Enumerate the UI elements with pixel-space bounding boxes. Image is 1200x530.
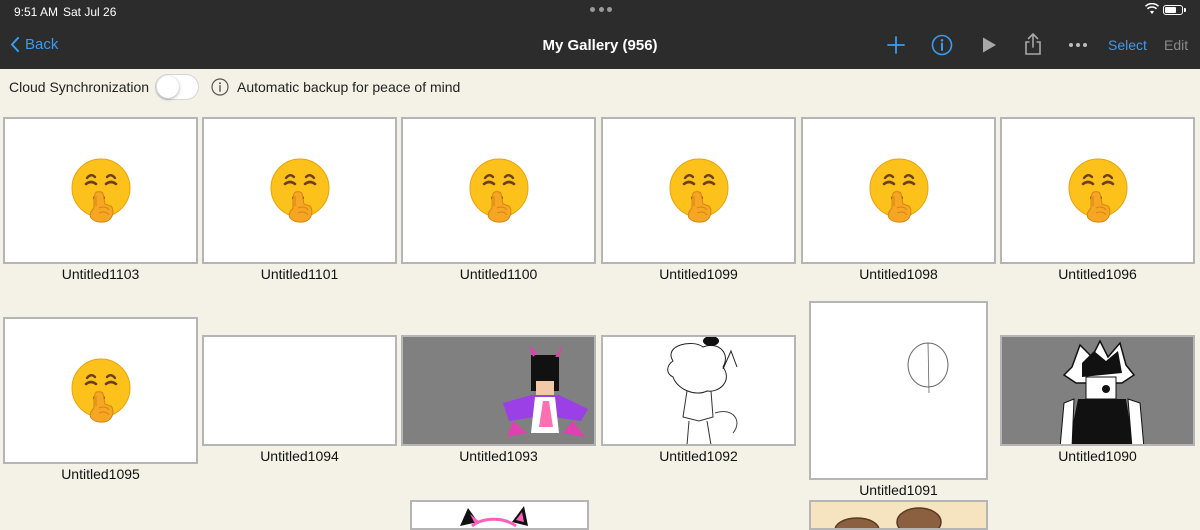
- status-time: 9:51 AM: [14, 5, 59, 19]
- gallery-item-label: Untitled1100: [459, 266, 538, 282]
- thumbnail[interactable]: [401, 117, 596, 264]
- battery-icon: [1163, 5, 1186, 15]
- wifi-icon: [1145, 3, 1159, 14]
- gallery-item-label: Untitled1095: [61, 466, 140, 482]
- status-date: Sat Jul 26: [63, 5, 117, 19]
- thumbnail[interactable]: [3, 317, 198, 464]
- back-button[interactable]: Back: [10, 36, 58, 53]
- thumbnail[interactable]: [801, 117, 996, 264]
- shushing-face-emoji-icon: [868, 157, 929, 223]
- gallery-item-label: Untitled1098: [859, 266, 938, 282]
- info-icon[interactable]: [931, 34, 953, 56]
- shushing-face-emoji-icon: [668, 157, 729, 223]
- page-title: My Gallery (956): [542, 37, 658, 54]
- character-drawing-icon: [460, 506, 528, 528]
- thumbnail[interactable]: [601, 117, 796, 264]
- thumbnail[interactable]: [809, 500, 988, 530]
- gallery-item-label: Untitled1090: [1058, 448, 1137, 464]
- shushing-face-emoji-icon: [70, 157, 131, 223]
- shushing-face-emoji-icon: [269, 157, 330, 223]
- cloud-sync-toggle[interactable]: [155, 74, 199, 100]
- gallery-item-label: Untitled1094: [260, 448, 339, 464]
- gallery-item-label: Untitled1096: [1058, 266, 1137, 282]
- cloud-sync-label: Cloud Synchronization: [9, 79, 150, 95]
- shushing-face-emoji-icon: [468, 157, 529, 223]
- line-sketch-icon: [667, 337, 738, 444]
- thumbnail[interactable]: [1000, 117, 1195, 264]
- gallery-item-label: Untitled1099: [659, 266, 738, 282]
- play-icon[interactable]: [980, 35, 998, 55]
- character-drawing-icon: [834, 507, 942, 528]
- info-icon[interactable]: [211, 78, 229, 96]
- navigation-bar: 9:51 AM Sat Jul 26 Back My Gallery (956)…: [0, 0, 1200, 69]
- thumbnail[interactable]: [1000, 335, 1195, 446]
- share-icon[interactable]: [1023, 32, 1043, 56]
- gallery-item-label: Untitled1093: [459, 448, 538, 464]
- select-button[interactable]: Select: [1108, 37, 1147, 53]
- thumbnail[interactable]: [202, 335, 397, 446]
- thumbnail[interactable]: [809, 301, 988, 480]
- multitasking-dots-icon[interactable]: [590, 7, 612, 13]
- gallery-item-label: Untitled1091: [859, 482, 938, 498]
- shushing-face-emoji-icon: [70, 357, 131, 423]
- more-icon[interactable]: [1068, 35, 1088, 55]
- gallery-item-label: Untitled1101: [260, 266, 339, 282]
- thumbnail[interactable]: [410, 500, 589, 530]
- thumbnail[interactable]: [401, 335, 596, 446]
- chevron-left-icon: [11, 37, 19, 52]
- circle-sketch-icon: [907, 342, 949, 394]
- thumbnail[interactable]: [3, 117, 198, 264]
- gallery-item-label: Untitled1092: [659, 448, 738, 464]
- character-drawing-icon: [1059, 339, 1145, 444]
- edit-button[interactable]: Edit: [1164, 37, 1188, 53]
- gallery-item-label: Untitled1103: [61, 266, 140, 282]
- thumbnail[interactable]: [601, 335, 796, 446]
- toggle-knob: [157, 76, 179, 98]
- shushing-face-emoji-icon: [1067, 157, 1128, 223]
- plus-icon[interactable]: [886, 35, 906, 55]
- thumbnail[interactable]: [202, 117, 397, 264]
- backup-info-text: Automatic backup for peace of mind: [237, 79, 461, 95]
- character-drawing-icon: [503, 345, 588, 437]
- back-label: Back: [25, 36, 59, 53]
